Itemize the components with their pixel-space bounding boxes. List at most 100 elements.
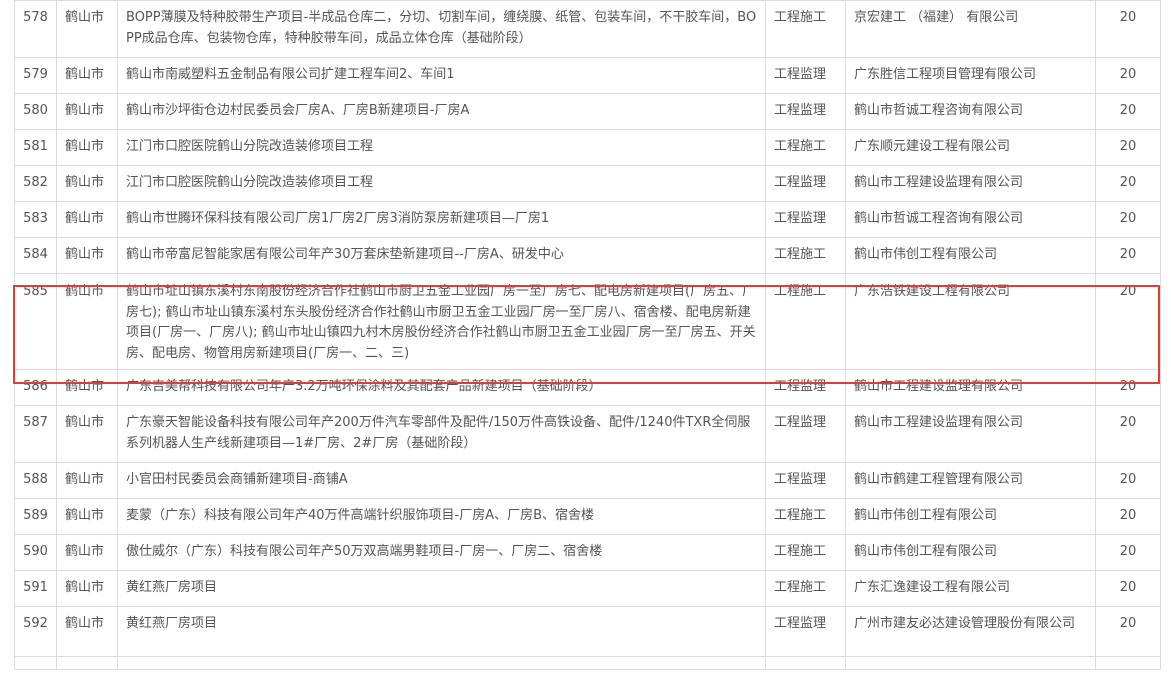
row-company: 鹤山市工程建设监理有限公司 — [845, 369, 1096, 406]
row-city: 鹤山市 — [56, 405, 118, 463]
row-project: 麦蒙（广东）科技有限公司年产40万件高端针织服饰项目-厂房A、厂房B、宿舍楼 — [117, 498, 766, 535]
row-number: 590 — [14, 534, 57, 571]
row-project: BOPP薄膜及特种胶带生产项目-半成品仓库二，分切、切割车间，缠绕膜、纸管、包装… — [117, 0, 766, 58]
row-city: 鹤山市 — [56, 129, 118, 166]
row-city: 鹤山市 — [56, 273, 118, 370]
row-type: 工程监理 — [765, 165, 846, 202]
table-row: 586 鹤山市 广东吉美帮科技有限公司年产3.2万吨环保涂料及其配套产品新建项目… — [14, 369, 1161, 406]
row-score: 20 — [1095, 129, 1161, 166]
row-type: 工程监理 — [765, 57, 846, 94]
row-score: 20 — [1095, 201, 1161, 238]
row-project: 鹤山市南威塑料五金制品有限公司扩建工程车间2、车间1 — [117, 57, 766, 94]
table-row: 580 鹤山市 鹤山市沙坪街仓边村民委员会厂房A、厂房B新建项目-厂房A 工程监… — [14, 93, 1161, 130]
row-type: 工程监理 — [765, 405, 846, 463]
row-company: 鹤山市鹤建工程管理有限公司 — [845, 462, 1096, 499]
row-city: 鹤山市 — [56, 0, 118, 58]
table-row: 589 鹤山市 麦蒙（广东）科技有限公司年产40万件高端针织服饰项目-厂房A、厂… — [14, 498, 1161, 535]
row-score: 20 — [1095, 93, 1161, 130]
row-project: 鹤山市址山镇东溪村东南股份经济合作社鹤山市厨卫五金工业园厂房一至厂房七、配电房新… — [117, 273, 766, 370]
row-type: 工程监理 — [765, 369, 846, 406]
row-type: 工程施工 — [765, 273, 846, 370]
row-city: 鹤山市 — [56, 498, 118, 535]
table-row: 578 鹤山市 BOPP薄膜及特种胶带生产项目-半成品仓库二，分切、切割车间，缠… — [14, 0, 1161, 58]
row-city: 鹤山市 — [56, 237, 118, 274]
row-number: 591 — [14, 570, 57, 607]
row-number: 581 — [14, 129, 57, 166]
row-project: 傲仕威尔（广东）科技有限公司年产50万双高端男鞋项目-厂房一、厂房二、宿舍楼 — [117, 534, 766, 571]
row-type: 工程施工 — [765, 534, 846, 571]
row-type: 工程施工 — [765, 129, 846, 166]
row-city: 鹤山市 — [56, 57, 118, 94]
row-city: 鹤山市 — [56, 165, 118, 202]
table-row: 584 鹤山市 鹤山市帝富尼智能家居有限公司年产30万套床垫新建项目--厂房A、… — [14, 237, 1161, 274]
project-table: 578 鹤山市 BOPP薄膜及特种胶带生产项目-半成品仓库二，分切、切割车间，缠… — [14, 0, 1161, 670]
row-number: 585 — [14, 273, 57, 370]
table-row-partial — [14, 656, 1161, 670]
empty-cell — [14, 656, 57, 670]
row-number: 584 — [14, 237, 57, 274]
table-row: 592 鹤山市 黄红燕厂房项目 工程监理 广州市建友必达建设管理股份有限公司 2… — [14, 606, 1161, 657]
row-project: 黄红燕厂房项目 — [117, 570, 766, 607]
row-company: 京宏建工 （福建） 有限公司 — [845, 0, 1096, 58]
row-score: 20 — [1095, 570, 1161, 607]
row-project: 鹤山市帝富尼智能家居有限公司年产30万套床垫新建项目--厂房A、研发中心 — [117, 237, 766, 274]
row-project: 广东豪天智能设备科技有限公司年产200万件汽车零部件及配件/150万件高铁设备、… — [117, 405, 766, 463]
row-number: 579 — [14, 57, 57, 94]
row-project: 小官田村民委员会商铺新建项目-商铺A — [117, 462, 766, 499]
row-company: 鹤山市工程建设监理有限公司 — [845, 405, 1096, 463]
row-type: 工程监理 — [765, 93, 846, 130]
row-type: 工程施工 — [765, 237, 846, 274]
row-number: 583 — [14, 201, 57, 238]
row-company: 广东顺元建设工程有限公司 — [845, 129, 1096, 166]
row-type: 工程监理 — [765, 606, 846, 657]
row-score: 20 — [1095, 606, 1161, 657]
table-row: 587 鹤山市 广东豪天智能设备科技有限公司年产200万件汽车零部件及配件/15… — [14, 405, 1161, 463]
row-project: 黄红燕厂房项目 — [117, 606, 766, 657]
empty-cell — [765, 656, 846, 670]
row-number: 586 — [14, 369, 57, 406]
row-type: 工程施工 — [765, 498, 846, 535]
row-score: 20 — [1095, 534, 1161, 571]
row-number: 589 — [14, 498, 57, 535]
row-city: 鹤山市 — [56, 570, 118, 607]
row-project: 鹤山市世腾环保科技有限公司厂房1厂房2厂房3消防泵房新建项目—厂房1 — [117, 201, 766, 238]
row-company: 鹤山市工程建设监理有限公司 — [845, 165, 1096, 202]
row-company: 鹤山市哲诚工程咨询有限公司 — [845, 93, 1096, 130]
row-project: 鹤山市沙坪街仓边村民委员会厂房A、厂房B新建项目-厂房A — [117, 93, 766, 130]
empty-cell — [1095, 656, 1161, 670]
table-row-highlighted: 585 鹤山市 鹤山市址山镇东溪村东南股份经济合作社鹤山市厨卫五金工业园厂房一至… — [14, 273, 1161, 370]
row-score: 20 — [1095, 273, 1161, 370]
row-project: 江门市口腔医院鹤山分院改造装修项目工程 — [117, 129, 766, 166]
row-number: 582 — [14, 165, 57, 202]
table-row: 581 鹤山市 江门市口腔医院鹤山分院改造装修项目工程 工程施工 广东顺元建设工… — [14, 129, 1161, 166]
row-type: 工程监理 — [765, 201, 846, 238]
row-score: 20 — [1095, 405, 1161, 463]
row-city: 鹤山市 — [56, 462, 118, 499]
row-city: 鹤山市 — [56, 534, 118, 571]
row-company: 广东浩铁建设工程有限公司 — [845, 273, 1096, 370]
empty-cell — [56, 656, 118, 670]
row-company: 鹤山市伟创工程有限公司 — [845, 498, 1096, 535]
row-score: 20 — [1095, 462, 1161, 499]
row-company: 鹤山市伟创工程有限公司 — [845, 534, 1096, 571]
row-number: 592 — [14, 606, 57, 657]
empty-cell — [845, 656, 1096, 670]
row-company: 广州市建友必达建设管理股份有限公司 — [845, 606, 1096, 657]
table-row: 588 鹤山市 小官田村民委员会商铺新建项目-商铺A 工程监理 鹤山市鹤建工程管… — [14, 462, 1161, 499]
row-score: 20 — [1095, 237, 1161, 274]
row-project: 江门市口腔医院鹤山分院改造装修项目工程 — [117, 165, 766, 202]
row-city: 鹤山市 — [56, 201, 118, 238]
table-row: 590 鹤山市 傲仕威尔（广东）科技有限公司年产50万双高端男鞋项目-厂房一、厂… — [14, 534, 1161, 571]
row-number: 578 — [14, 0, 57, 58]
table-row: 582 鹤山市 江门市口腔医院鹤山分院改造装修项目工程 工程监理 鹤山市工程建设… — [14, 165, 1161, 202]
row-company: 广东汇逸建设工程有限公司 — [845, 570, 1096, 607]
row-project: 广东吉美帮科技有限公司年产3.2万吨环保涂料及其配套产品新建项目（基础阶段） — [117, 369, 766, 406]
row-type: 工程施工 — [765, 0, 846, 58]
row-company: 广东胜信工程项目管理有限公司 — [845, 57, 1096, 94]
row-city: 鹤山市 — [56, 93, 118, 130]
row-city: 鹤山市 — [56, 606, 118, 657]
row-city: 鹤山市 — [56, 369, 118, 406]
row-score: 20 — [1095, 0, 1161, 58]
row-type: 工程监理 — [765, 462, 846, 499]
row-score: 20 — [1095, 57, 1161, 94]
